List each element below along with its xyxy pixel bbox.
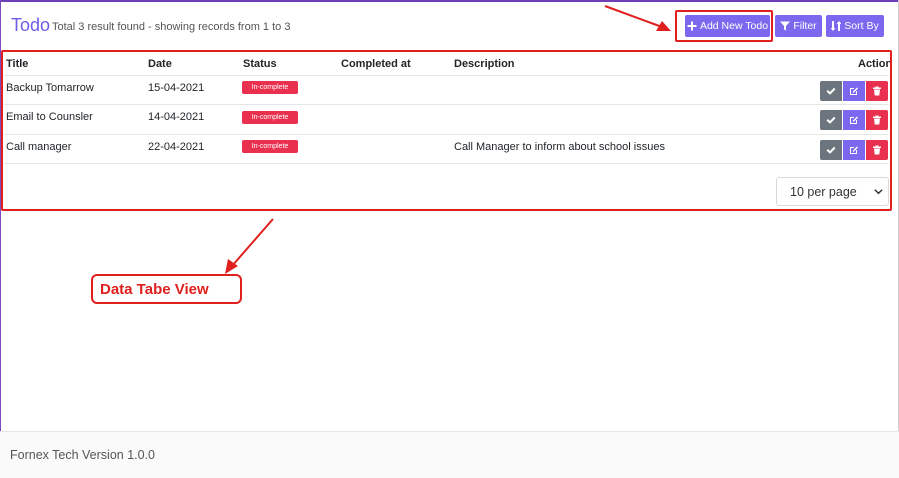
annotation-arrow-to-add-button (604, 5, 671, 31)
sort-by-label: Sort By (844, 20, 879, 32)
check-icon (826, 146, 836, 154)
column-header-title: Title (6, 58, 29, 70)
status-badge: In-complete (242, 111, 298, 124)
funnel-icon (780, 21, 791, 31)
trash-icon (873, 86, 881, 96)
sort-by-button[interactable]: Sort By (826, 15, 884, 37)
delete-button[interactable] (866, 81, 888, 101)
chevron-down-icon (874, 189, 883, 195)
status-badge: In-complete (242, 81, 298, 94)
trash-icon (873, 115, 881, 125)
cell-title: Email to Counsler (6, 111, 93, 123)
annotation-arrow-to-table (225, 218, 274, 274)
column-header-completed-at: Completed at (341, 58, 411, 70)
cell-date: 15-04-2021 (148, 82, 205, 94)
top-border (0, 0, 899, 2)
status-badge: In-complete (242, 140, 298, 153)
left-border (0, 0, 1, 478)
plus-icon (687, 21, 697, 31)
edit-button[interactable] (843, 140, 865, 160)
cell-title: Backup Tomarrow (6, 82, 94, 94)
mark-complete-button[interactable] (820, 81, 842, 101)
column-header-action: Action (858, 58, 893, 70)
edit-icon (850, 87, 858, 95)
edit-icon (850, 116, 858, 124)
column-header-description: Description (454, 58, 515, 70)
sort-icon (831, 21, 842, 31)
row-divider (4, 134, 889, 135)
add-new-todo-label: Add New Todo (699, 20, 769, 32)
filter-button[interactable]: Filter (775, 15, 822, 37)
edit-button[interactable] (843, 110, 865, 130)
page-title: Todo (11, 15, 51, 35)
cell-date: 22-04-2021 (148, 141, 205, 153)
row-divider (4, 104, 889, 105)
cell-description: Call Manager to inform about school issu… (454, 141, 665, 153)
edit-button[interactable] (843, 81, 865, 101)
per-page-select[interactable]: 10 per page (776, 177, 889, 206)
cell-title: Call manager (6, 141, 72, 153)
column-header-status: Status (243, 58, 277, 70)
cell-date: 14-04-2021 (148, 111, 205, 123)
check-icon (826, 116, 836, 124)
annotation-callout: Data Tabe View (91, 274, 242, 304)
row-divider (4, 163, 889, 164)
delete-button[interactable] (866, 140, 888, 160)
edit-icon (850, 146, 858, 154)
footer-version-text: Fornex Tech Version 1.0.0 (10, 448, 155, 462)
header-divider (4, 75, 889, 76)
check-icon (826, 87, 836, 95)
column-header-date: Date (148, 58, 172, 70)
trash-icon (873, 145, 881, 155)
filter-label: Filter (793, 20, 817, 32)
delete-button[interactable] (866, 110, 888, 130)
add-new-todo-button[interactable]: Add New Todo (685, 15, 770, 37)
result-summary: Total 3 result found - showing records f… (52, 21, 291, 33)
per-page-value: 10 per page (790, 184, 857, 199)
mark-complete-button[interactable] (820, 110, 842, 130)
mark-complete-button[interactable] (820, 140, 842, 160)
